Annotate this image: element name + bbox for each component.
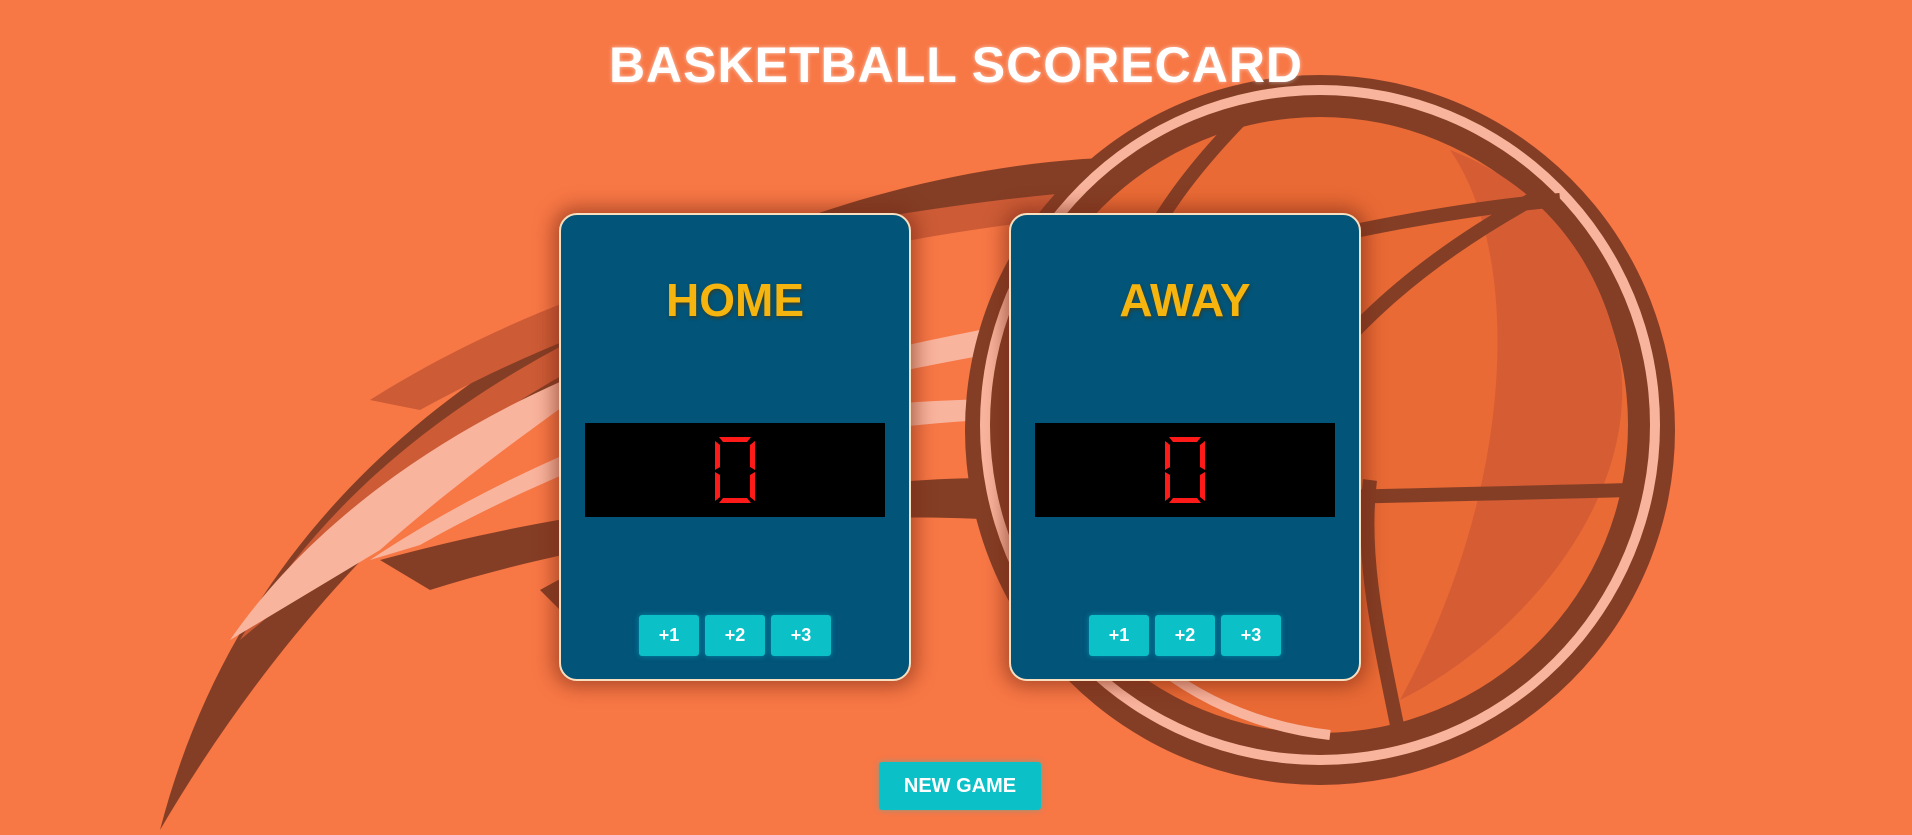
home-add-3-button[interactable]: +3 [771, 615, 831, 656]
home-score-digit [715, 437, 755, 503]
new-game-button[interactable]: NEW GAME [879, 762, 1041, 810]
away-team-name: AWAY [1119, 274, 1251, 326]
home-add-1-button[interactable]: +1 [639, 615, 699, 656]
home-add-2-button[interactable]: +2 [705, 615, 765, 656]
away-score-display: 0 [1035, 423, 1335, 517]
page-title: BASKETBALL SCORECARD [608, 37, 1304, 93]
basketball-background-icon [160, 75, 1675, 830]
home-team-card: HOME 0 +1 +2 +3 [559, 213, 911, 681]
scorecard-app: BASKETBALL SCORECARD HOME 0 +1 +2 +3 [0, 0, 1912, 835]
home-team-name: HOME [666, 274, 804, 326]
away-score-digit [1165, 437, 1205, 503]
home-score-buttons: +1 +2 +3 [561, 615, 909, 656]
away-score-buttons: +1 +2 +3 [1011, 615, 1359, 656]
away-team-card: AWAY 0 +1 +2 +3 [1009, 213, 1361, 681]
away-add-3-button[interactable]: +3 [1221, 615, 1281, 656]
home-score-display: 0 [585, 423, 885, 517]
away-add-1-button[interactable]: +1 [1089, 615, 1149, 656]
away-add-2-button[interactable]: +2 [1155, 615, 1215, 656]
